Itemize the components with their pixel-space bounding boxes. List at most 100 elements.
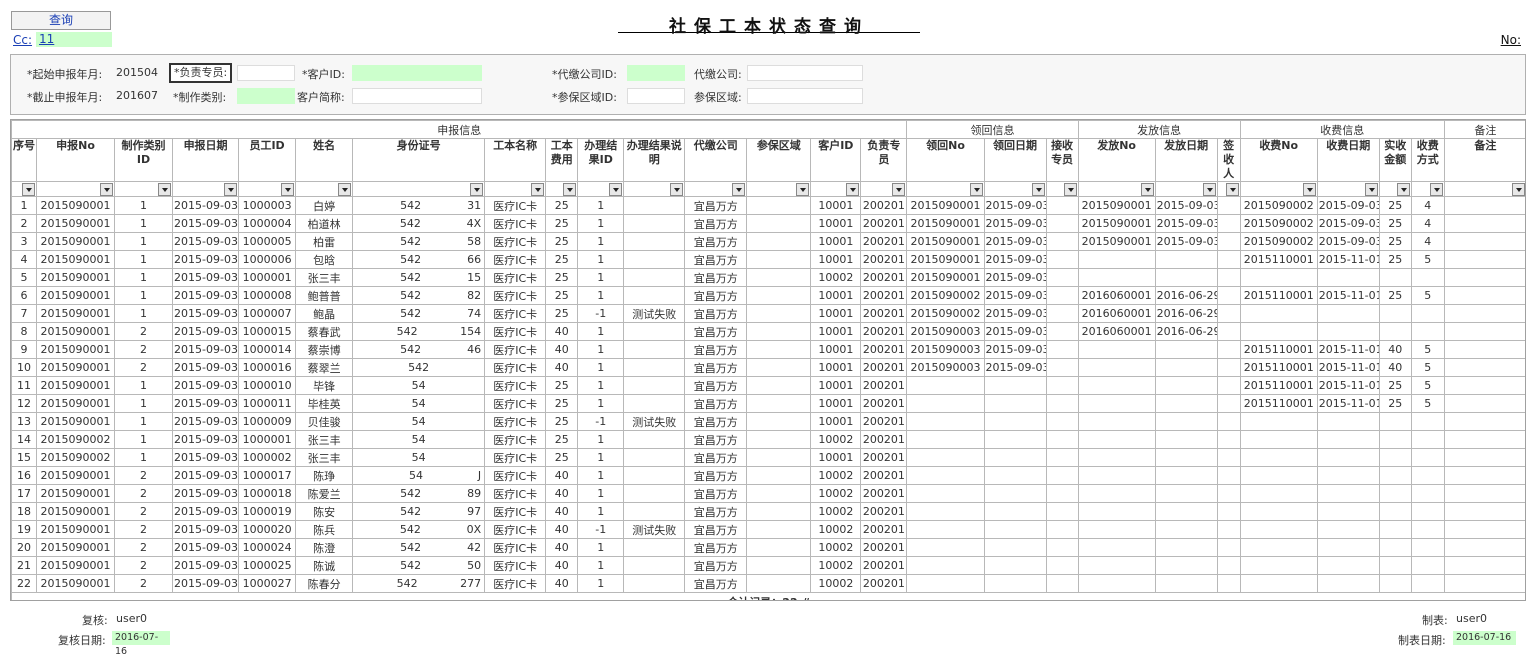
dropdown-arrow-icon[interactable] (1202, 182, 1216, 196)
column-header[interactable]: 接收专员 (1045, 138, 1079, 182)
table-row[interactable]: 15 2015090002 1 2015-09-03 1000002 张三丰 54 医疗IC卡… (11, 448, 1525, 467)
cc-label[interactable]: Cc: (13, 33, 32, 47)
table-row[interactable]: 21 2015090001 2 2015-09-03 1000025 陈诚 542 50 医疗I… (11, 556, 1525, 575)
column-header[interactable]: 备注 (1443, 138, 1525, 182)
query-button[interactable]: 查询 (11, 11, 111, 30)
dropdown-arrow-icon[interactable] (22, 182, 35, 196)
table-cell: 1 (577, 286, 625, 305)
column-header[interactable]: 申报No (35, 138, 116, 182)
dropdown-arrow-icon[interactable] (1063, 182, 1077, 196)
dropdown-arrow-icon[interactable] (1512, 182, 1525, 196)
dropdown-arrow-icon[interactable] (1364, 182, 1378, 196)
column-header[interactable]: 参保区域 (746, 138, 812, 182)
dropdown-arrow-icon[interactable] (846, 182, 860, 196)
dropdown-arrow-icon[interactable] (1396, 182, 1410, 196)
table-row[interactable]: 18 2015090001 2 2015-09-03 1000019 陈安 542 97 医疗I… (11, 502, 1525, 521)
start-month-field[interactable]: 201504 (113, 65, 169, 81)
maker-date-value[interactable]: 2016-07-16 (1453, 631, 1516, 645)
table-row[interactable]: 9 2015090001 2 2015-09-03 1000014 蔡崇博 542 46 医疗I… (11, 340, 1525, 359)
column-header[interactable]: 发放日期 (1154, 138, 1218, 182)
table-row[interactable]: 19 2015090001 2 2015-09-03 1000020 陈兵 542 0X 医疗I… (11, 520, 1525, 539)
column-header[interactable]: 申报日期 (172, 138, 240, 182)
table-cell: 测试失败 (623, 304, 686, 323)
column-header[interactable]: 客户ID (810, 138, 862, 182)
table-row[interactable]: 6 2015090001 1 2015-09-03 1000008 鲍普普 542 82 医疗I… (11, 286, 1525, 305)
table-row[interactable]: 2 2015090001 1 2015-09-03 1000004 柏道林 542 4X 医疗I… (11, 214, 1525, 233)
customer-short-field[interactable] (352, 88, 482, 104)
table-cell: 2015090001 (35, 502, 116, 521)
area-field[interactable] (747, 88, 863, 104)
review-date-value[interactable]: 2016-07-16 (112, 631, 170, 657)
column-header[interactable]: 序号 (11, 138, 37, 182)
table-cell (746, 250, 812, 269)
dropdown-arrow-icon[interactable] (158, 182, 172, 196)
agent-id-field[interactable] (627, 65, 685, 81)
column-header[interactable]: 身份证号 (352, 138, 486, 182)
table-row[interactable]: 17 2015090001 2 2015-09-03 1000018 陈爱兰 542 89 医疗… (11, 484, 1525, 503)
table-cell: 2015-09-03 (1316, 214, 1380, 233)
dropdown-arrow-icon[interactable] (1302, 182, 1316, 196)
dropdown-arrow-icon[interactable] (1031, 182, 1045, 196)
dropdown-arrow-icon[interactable] (732, 182, 746, 196)
customer-id-field[interactable] (352, 65, 482, 81)
table-cell: 2015110001 (1239, 286, 1318, 305)
column-header[interactable]: 办理结果ID (577, 138, 625, 182)
table-row[interactable]: 5 2015090001 1 2015-09-03 1000001 张三丰 542 15 医疗I… (11, 268, 1525, 287)
table-row[interactable]: 7 2015090001 1 2015-09-03 1000007 鲍晶 542 74 医疗IC… (11, 304, 1525, 323)
table-row[interactable]: 20 2015090001 2 2015-09-03 1000024 陈澄 542 42 医疗I… (11, 538, 1525, 557)
column-header[interactable]: 实收金额 (1378, 138, 1412, 182)
table-cell (746, 196, 812, 215)
make-type-field[interactable] (237, 88, 295, 104)
table-row[interactable]: 1 2015090001 1 2015-09-03 1000003 白婷 542 31 医疗IC… (11, 196, 1525, 215)
table-row[interactable]: 13 2015090001 1 2015-09-03 1000009 贝佳骏 54 医疗IC卡… (11, 412, 1525, 431)
table-row[interactable]: 11 2015090001 1 2015-09-03 1000010 毕锋 54 医疗IC卡 2… (11, 376, 1525, 395)
table-row[interactable]: 10 2015090001 2 2015-09-03 1000016 蔡翠兰 542 医疗IC… (11, 358, 1525, 377)
table-row[interactable]: 8 2015090001 2 2015-09-03 1000015 蔡春武 542 154 医疗… (11, 322, 1525, 341)
dropdown-arrow-icon[interactable] (892, 182, 906, 196)
dropdown-arrow-icon[interactable] (338, 182, 352, 196)
column-header[interactable]: 制作类别ID (114, 138, 174, 182)
dropdown-arrow-icon[interactable] (1429, 182, 1443, 196)
column-header[interactable]: 收费No (1239, 138, 1318, 182)
dropdown-arrow-icon[interactable] (224, 182, 238, 196)
column-header[interactable]: 办理结果说明 (623, 138, 686, 182)
column-header[interactable]: 工本名称 (484, 138, 547, 182)
table-row[interactable]: 22 2015090001 2 2015-09-03 1000027 陈春分 542 277 医… (11, 574, 1525, 593)
dropdown-arrow-icon[interactable] (563, 182, 577, 196)
dropdown-arrow-icon[interactable] (100, 182, 114, 196)
column-header[interactable]: 员工ID (238, 138, 297, 182)
cc-value[interactable]: 11 (36, 32, 112, 47)
dropdown-arrow-icon[interactable] (281, 182, 295, 196)
column-header[interactable]: 领回日期 (983, 138, 1047, 182)
dropdown-arrow-icon[interactable] (796, 182, 810, 196)
dropdown-arrow-icon[interactable] (470, 182, 484, 196)
dropdown-arrow-icon[interactable] (969, 182, 983, 196)
column-header[interactable]: 工本费用 (545, 138, 579, 182)
table-cell: 1 (577, 214, 625, 233)
agent-field[interactable] (747, 65, 863, 81)
column-header[interactable]: 负责专员 (860, 138, 908, 182)
no-label[interactable]: No: (1501, 33, 1521, 47)
column-header[interactable]: 领回No (906, 138, 985, 182)
column-header[interactable]: 姓名 (295, 138, 354, 182)
dropdown-arrow-icon[interactable] (1140, 182, 1154, 196)
end-month-field[interactable]: 201607 (113, 88, 169, 104)
dropdown-arrow-icon[interactable] (670, 182, 684, 196)
column-header[interactable]: 代缴公司 (684, 138, 748, 182)
table-row[interactable]: 3 2015090001 1 2015-09-03 1000005 柏雷 542 58 医疗IC… (11, 232, 1525, 251)
id-suffix: 97 (467, 505, 482, 518)
area-id-field[interactable] (627, 88, 685, 104)
table-row[interactable]: 14 2015090002 1 2015-09-03 1000001 张三丰 54 医疗IC卡… (11, 430, 1525, 449)
dropdown-arrow-icon[interactable] (1225, 182, 1239, 196)
column-header[interactable]: 签收人 (1216, 138, 1241, 182)
column-header[interactable]: 发放No (1077, 138, 1156, 182)
staff-field[interactable] (237, 65, 295, 81)
column-header[interactable]: 收费方式 (1410, 138, 1445, 182)
table-row[interactable]: 4 2015090001 1 2015-09-03 1000006 包晗 542 66 医疗IC… (11, 250, 1525, 269)
table-row[interactable]: 12 2015090001 1 2015-09-03 1000011 毕桂英 54 医疗IC卡… (11, 394, 1525, 413)
table-cell: 18 (11, 502, 37, 521)
dropdown-arrow-icon[interactable] (609, 182, 623, 196)
column-header[interactable]: 收费日期 (1316, 138, 1380, 182)
dropdown-arrow-icon[interactable] (531, 182, 545, 196)
table-row[interactable]: 16 2015090001 2 2015-09-03 1000017 陈琤 54 J 医疗IC卡… (11, 466, 1525, 485)
